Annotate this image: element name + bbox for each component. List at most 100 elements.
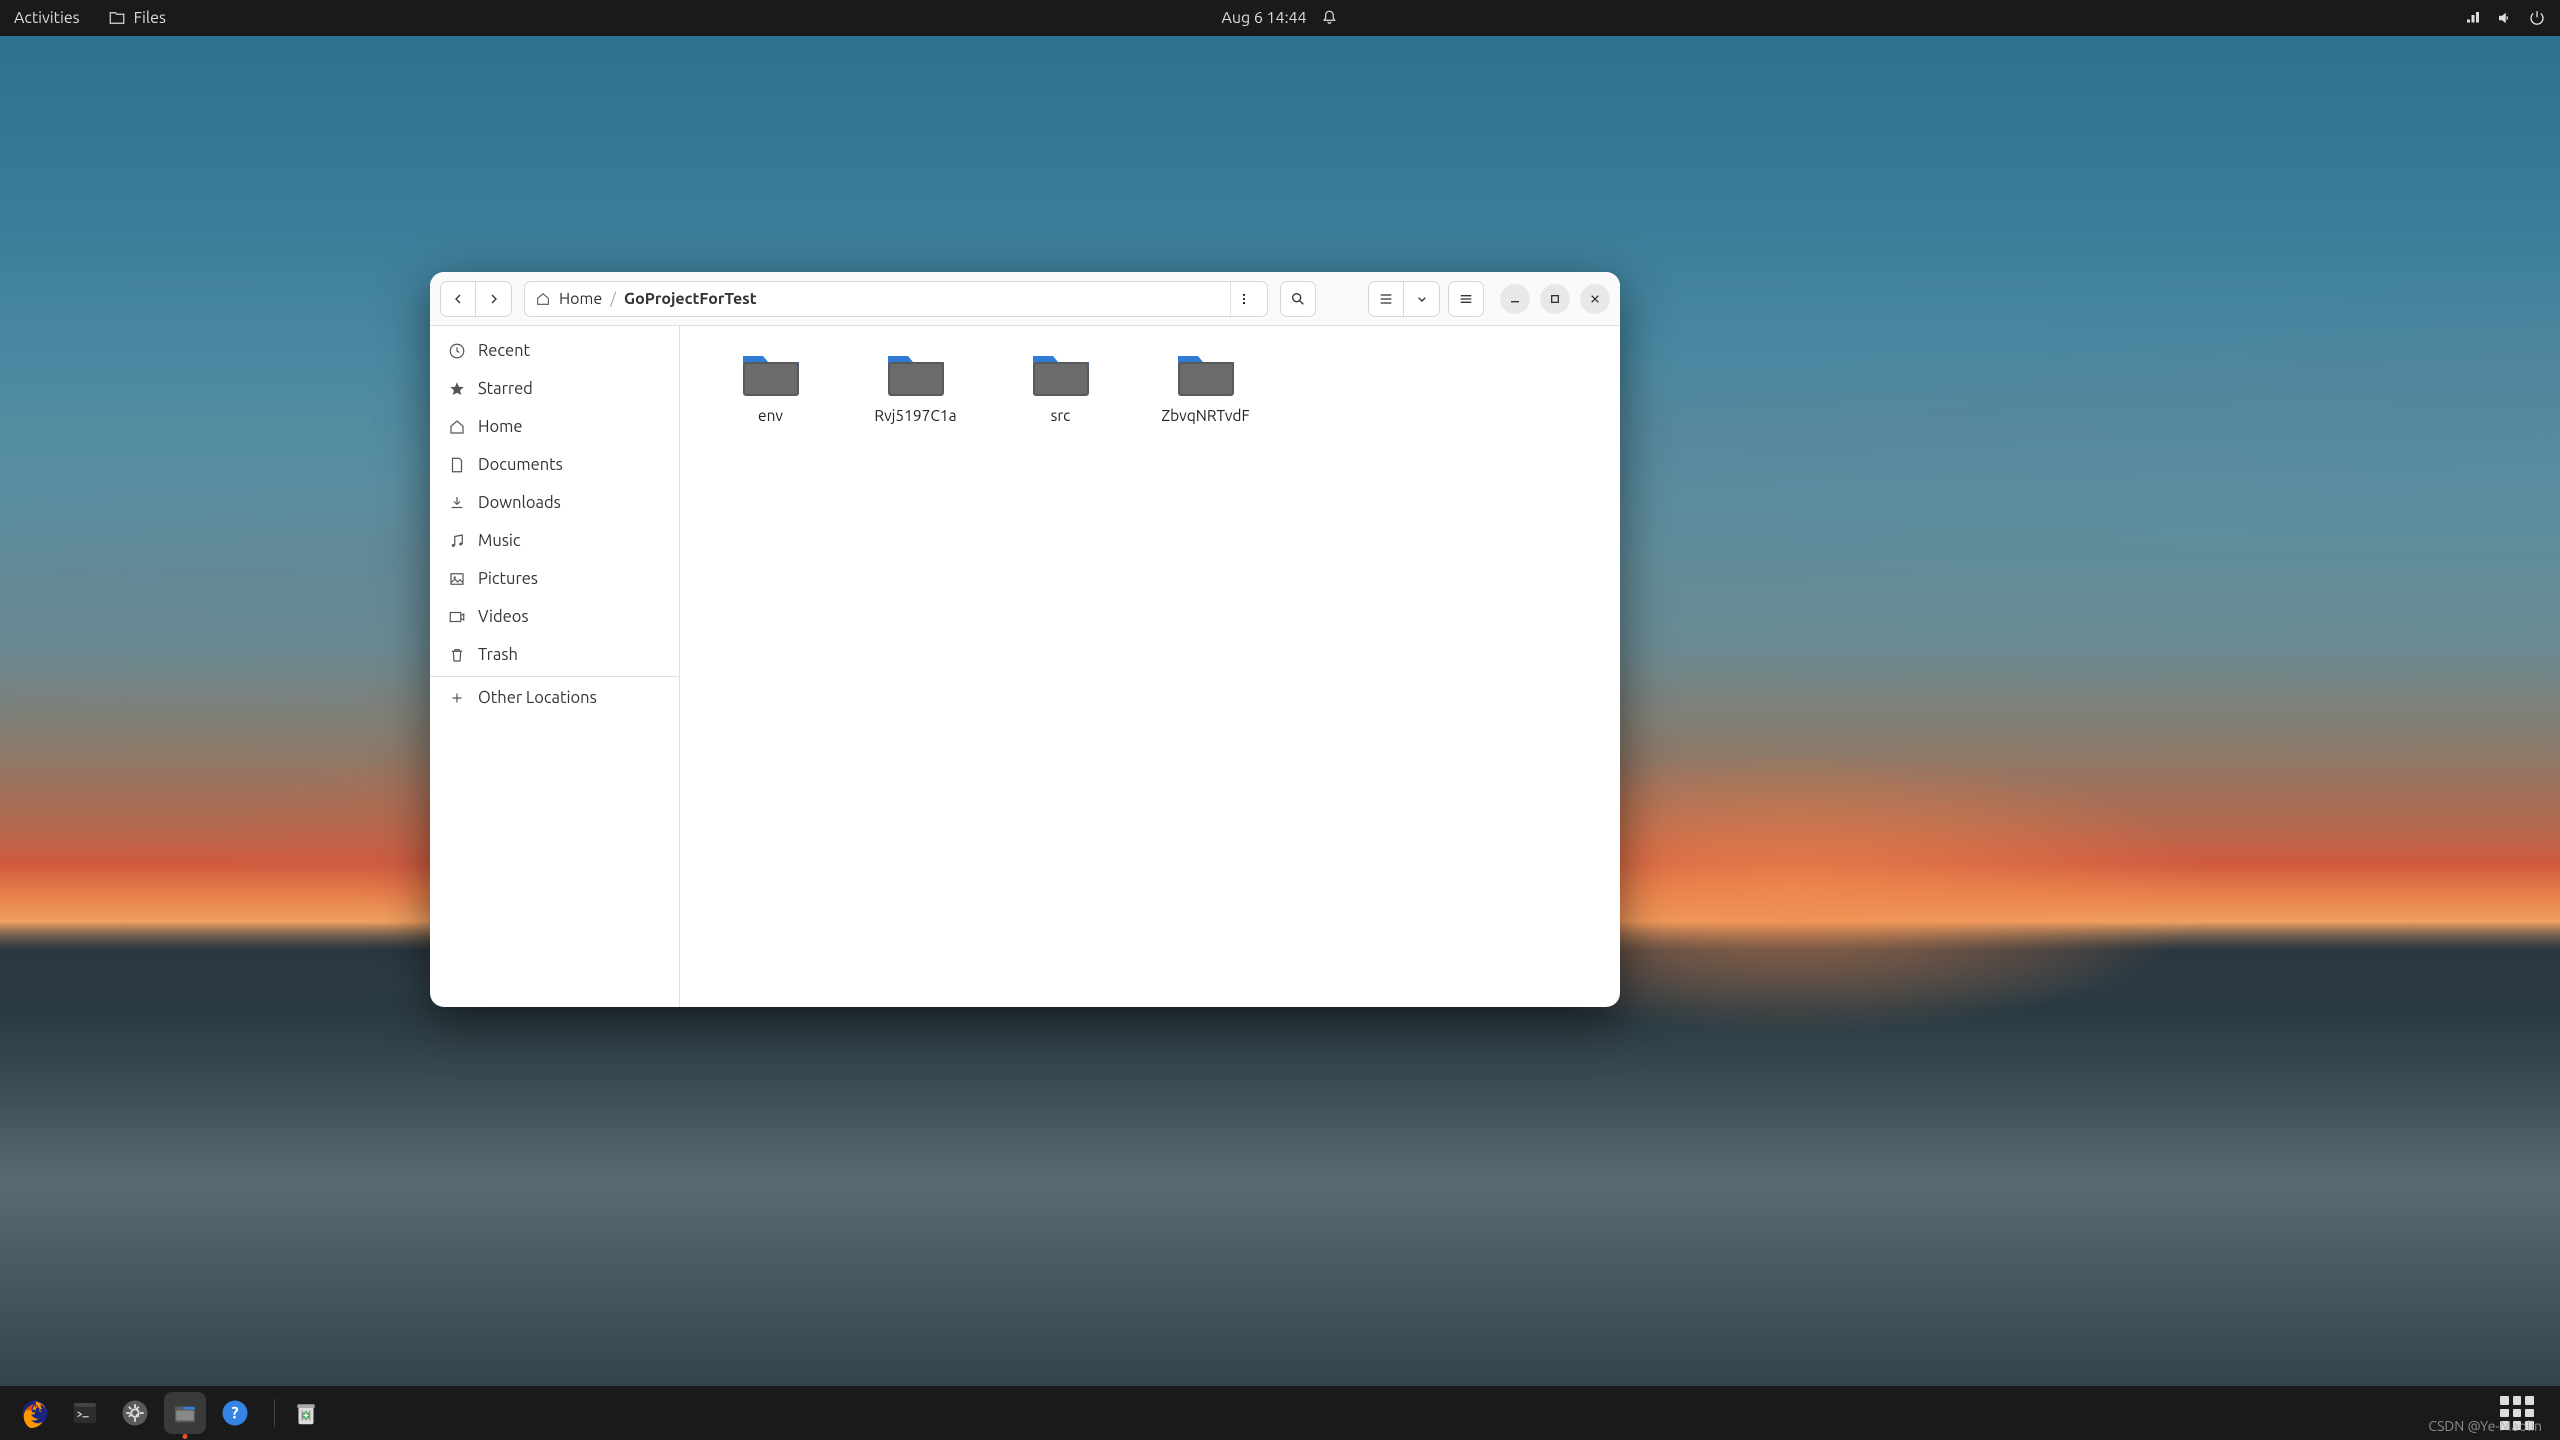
content-area[interactable]: env Rvj5197C1a src ZbvqNRTvdF: [680, 326, 1620, 1007]
folder-item[interactable]: src: [988, 340, 1133, 432]
kebab-icon: [1237, 292, 1251, 306]
sidebar-item-starred[interactable]: Starred: [430, 370, 679, 408]
sidebar-item-label: Videos: [478, 608, 529, 626]
view-options-button[interactable]: [1404, 281, 1440, 317]
network-icon[interactable]: [2464, 9, 2482, 27]
forward-button[interactable]: [476, 281, 512, 317]
dock-help[interactable]: ?: [214, 1392, 256, 1434]
maximize-icon: [1547, 291, 1563, 307]
app-menu[interactable]: Files: [108, 9, 166, 27]
path-current[interactable]: GoProjectForTest: [624, 290, 757, 308]
home-icon: [535, 291, 551, 307]
gear-icon: [120, 1398, 150, 1428]
hamburger-menu-button[interactable]: [1448, 281, 1484, 317]
picture-icon: [448, 570, 466, 588]
sidebar-item-downloads[interactable]: Downloads: [430, 484, 679, 522]
chevron-down-icon: [1414, 291, 1430, 307]
sidebar-item-pictures[interactable]: Pictures: [430, 560, 679, 598]
download-icon: [448, 494, 466, 512]
search-icon: [1290, 291, 1306, 307]
view-buttons: [1368, 281, 1440, 317]
plus-icon: [448, 689, 466, 707]
folder-item[interactable]: ZbvqNRTvdF: [1133, 340, 1278, 432]
sidebar: Recent Starred Home Documents Downloads …: [430, 326, 680, 1007]
path-bar[interactable]: Home / GoProjectForTest: [524, 281, 1268, 317]
folder-icon: [884, 346, 948, 400]
folder-item[interactable]: env: [698, 340, 843, 432]
volume-icon[interactable]: [2496, 9, 2514, 27]
list-icon: [1378, 291, 1394, 307]
terminal-icon: [70, 1398, 100, 1428]
music-icon: [448, 532, 466, 550]
sidebar-item-other-locations[interactable]: Other Locations: [430, 679, 679, 717]
dock-files[interactable]: [164, 1392, 206, 1434]
folder-label: ZbvqNRTvdF: [1161, 406, 1249, 426]
top-bar: Activities Files Aug 6 14:44: [0, 0, 2560, 36]
notification-icon[interactable]: [1321, 9, 1339, 27]
folder-label: src: [1051, 406, 1071, 426]
path-home[interactable]: Home: [559, 290, 602, 308]
svg-text:?: ?: [231, 1405, 238, 1423]
chevron-left-icon: [450, 291, 466, 307]
help-icon: ?: [220, 1398, 250, 1428]
chevron-right-icon: [486, 291, 502, 307]
trash-icon: [448, 646, 466, 664]
dock: ?: [0, 1386, 2560, 1440]
titlebar: Home / GoProjectForTest: [430, 272, 1620, 326]
document-icon: [448, 456, 466, 474]
home-icon: [448, 418, 466, 436]
folder-icon: [1029, 346, 1093, 400]
files-icon: [170, 1398, 200, 1428]
clock[interactable]: Aug 6 14:44: [1221, 9, 1306, 27]
folder-label: env: [758, 406, 783, 426]
list-view-button[interactable]: [1368, 281, 1404, 317]
sidebar-separator: [430, 676, 679, 677]
path-separator: /: [610, 290, 616, 308]
dock-settings[interactable]: [114, 1392, 156, 1434]
folder-icon: [108, 9, 126, 27]
sidebar-item-label: Downloads: [478, 494, 561, 512]
close-button[interactable]: [1580, 284, 1610, 314]
maximize-button[interactable]: [1540, 284, 1570, 314]
trash-icon: [291, 1398, 321, 1428]
search-button[interactable]: [1280, 281, 1316, 317]
sidebar-item-label: Other Locations: [478, 689, 597, 707]
sidebar-item-documents[interactable]: Documents: [430, 446, 679, 484]
sidebar-item-videos[interactable]: Videos: [430, 598, 679, 636]
sidebar-item-label: Recent: [478, 342, 530, 360]
activities-label: Activities: [14, 9, 80, 27]
back-button[interactable]: [440, 281, 476, 317]
sidebar-item-music[interactable]: Music: [430, 522, 679, 560]
sidebar-item-label: Trash: [478, 646, 518, 664]
folder-icon: [739, 346, 803, 400]
dock-separator: [274, 1399, 275, 1427]
path-menu-button[interactable]: [1230, 282, 1257, 316]
hamburger-icon: [1458, 291, 1474, 307]
close-icon: [1587, 291, 1603, 307]
dock-terminal[interactable]: [64, 1392, 106, 1434]
files-window: Home / GoProjectForTest: [430, 272, 1620, 1007]
activities-button[interactable]: Activities: [14, 9, 80, 27]
sidebar-item-label: Documents: [478, 456, 563, 474]
folder-icon: [1174, 346, 1238, 400]
dock-trash[interactable]: [285, 1392, 327, 1434]
watermark: CSDN @Ye-Maolin: [2428, 1418, 2542, 1434]
minimize-button[interactable]: [1500, 284, 1530, 314]
folder-label: Rvj5197C1a: [874, 406, 956, 426]
sidebar-item-label: Starred: [478, 380, 533, 398]
video-icon: [448, 608, 466, 626]
sidebar-item-recent[interactable]: Recent: [430, 332, 679, 370]
clock-icon: [448, 342, 466, 360]
minimize-icon: [1507, 291, 1523, 307]
window-body: Recent Starred Home Documents Downloads …: [430, 326, 1620, 1007]
sidebar-item-trash[interactable]: Trash: [430, 636, 679, 674]
nav-buttons: [440, 281, 512, 317]
power-icon[interactable]: [2528, 9, 2546, 27]
app-menu-label: Files: [134, 9, 166, 27]
sidebar-item-label: Music: [478, 532, 521, 550]
firefox-icon: [20, 1398, 50, 1428]
sidebar-item-home[interactable]: Home: [430, 408, 679, 446]
star-icon: [448, 380, 466, 398]
folder-item[interactable]: Rvj5197C1a: [843, 340, 988, 432]
dock-firefox[interactable]: [14, 1392, 56, 1434]
